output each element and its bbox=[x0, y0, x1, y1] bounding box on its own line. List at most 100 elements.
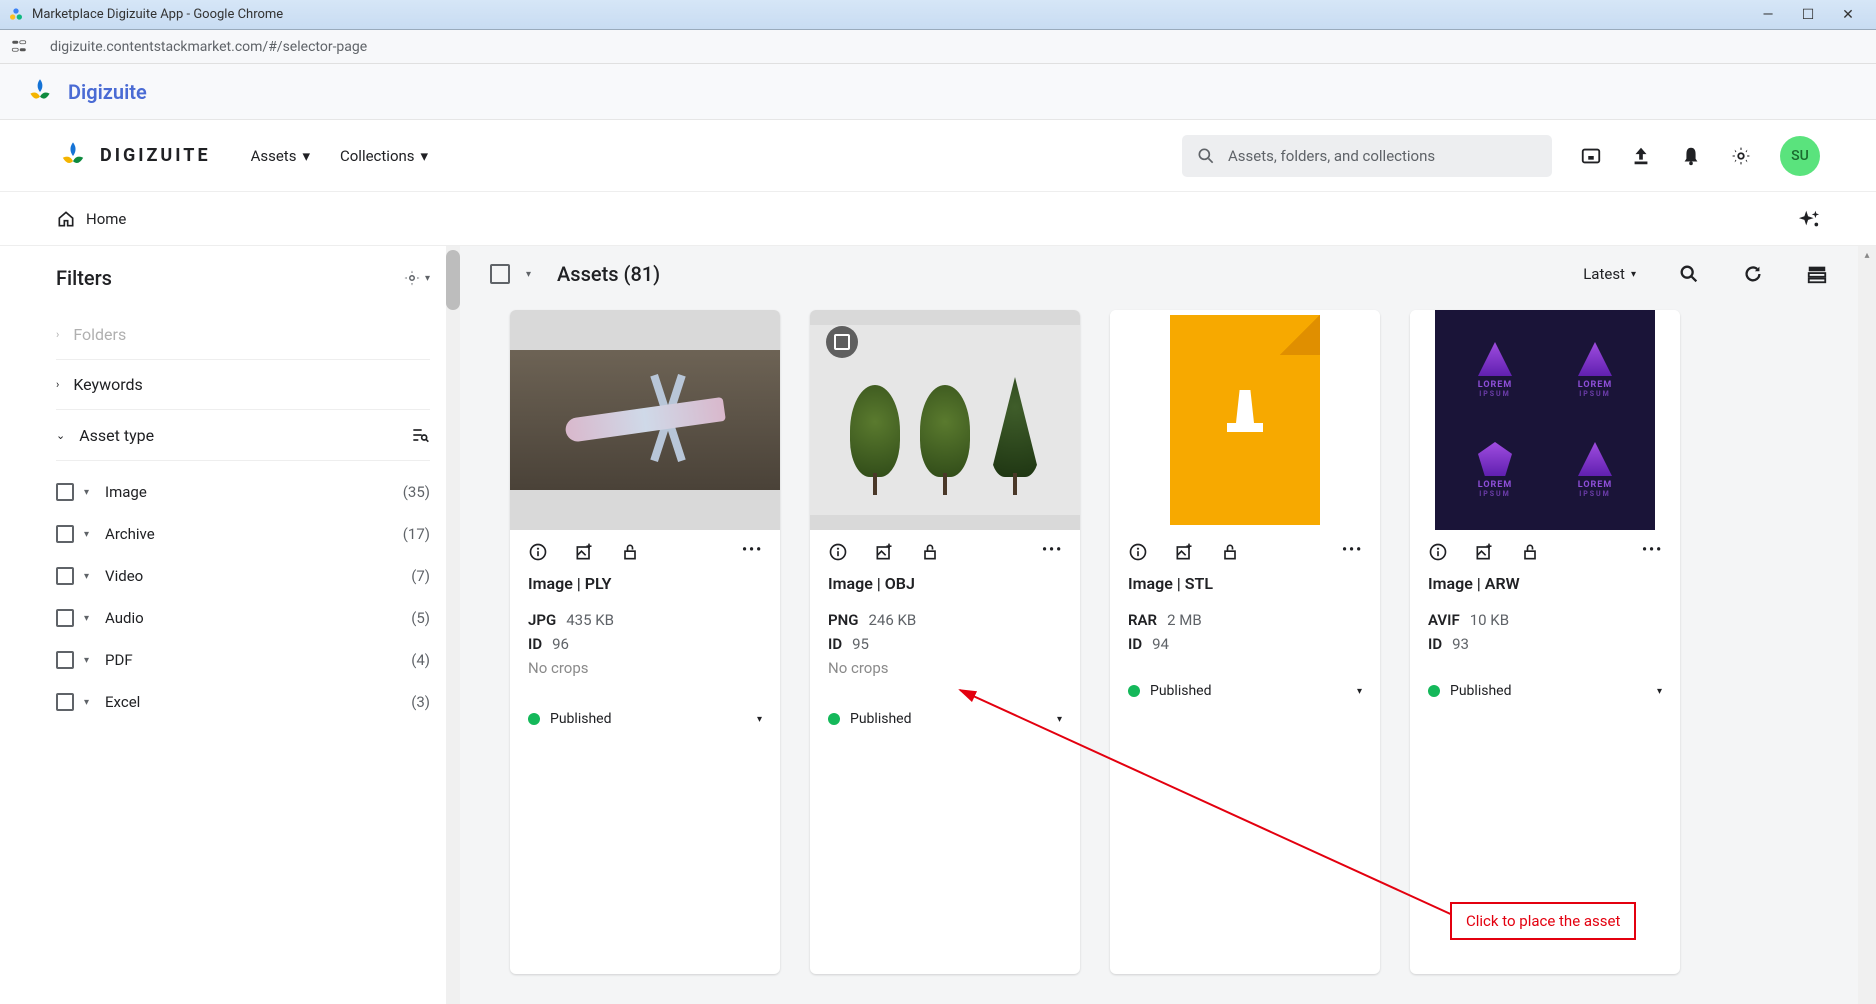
place-asset-icon[interactable] bbox=[1474, 542, 1494, 562]
status-dropdown[interactable]: Published ▾ bbox=[1410, 673, 1680, 715]
asset-type-label: Video bbox=[105, 567, 411, 585]
chevron-down-icon[interactable]: ▾ bbox=[526, 269, 531, 280]
chevron-down-icon: ▾ bbox=[84, 487, 89, 498]
asset-type-label: Archive bbox=[105, 525, 403, 543]
avatar[interactable]: SU bbox=[1780, 136, 1820, 176]
checkbox[interactable] bbox=[56, 651, 74, 669]
breadcrumb-row: Home bbox=[0, 192, 1876, 246]
asset-type-count: (35) bbox=[403, 483, 430, 501]
asset-type-count: (4) bbox=[411, 651, 430, 669]
card-format: AVIF bbox=[1428, 611, 1460, 629]
card-size: 435 KB bbox=[566, 611, 614, 629]
page-scrollbar[interactable]: ▴ bbox=[1858, 246, 1876, 1004]
asset-card[interactable]: ••• Image | PLY JPG435 KB ID96 No crops … bbox=[510, 310, 780, 974]
asset-card[interactable]: ••• Image | OBJ PNG246 KB ID95 No crops … bbox=[810, 310, 1080, 974]
asset-type-row[interactable]: ▾ Archive (17) bbox=[56, 513, 430, 555]
asset-type-label: Excel bbox=[105, 693, 411, 711]
lock-icon[interactable] bbox=[920, 542, 940, 562]
chevron-down-icon: ▾ bbox=[757, 714, 762, 725]
lock-icon[interactable] bbox=[1520, 542, 1540, 562]
more-icon[interactable]: ••• bbox=[1642, 542, 1662, 562]
status-dot-icon bbox=[1428, 685, 1440, 697]
checkbox[interactable] bbox=[56, 609, 74, 627]
place-asset-icon[interactable] bbox=[1174, 542, 1194, 562]
nav-collections[interactable]: Collections ▾ bbox=[340, 147, 428, 165]
status-dot-icon bbox=[828, 713, 840, 725]
checkbox[interactable] bbox=[56, 525, 74, 543]
checkbox[interactable] bbox=[56, 567, 74, 585]
search-icon[interactable] bbox=[1678, 263, 1700, 285]
asset-type-row[interactable]: ▾ Video (7) bbox=[56, 555, 430, 597]
refresh-icon[interactable] bbox=[1742, 263, 1764, 285]
status-label: Published bbox=[1150, 683, 1211, 699]
status-dropdown[interactable]: Published ▾ bbox=[810, 701, 1080, 743]
nav-assets[interactable]: Assets ▾ bbox=[251, 147, 310, 165]
brand-logo-icon bbox=[24, 76, 56, 108]
select-checkbox[interactable] bbox=[826, 326, 858, 358]
card-size: 2 MB bbox=[1167, 611, 1202, 629]
more-icon[interactable]: ••• bbox=[1342, 542, 1362, 562]
checkbox[interactable] bbox=[56, 483, 74, 501]
info-icon[interactable] bbox=[828, 542, 848, 562]
inbox-icon[interactable] bbox=[1580, 145, 1602, 167]
filter-keywords[interactable]: › Keywords bbox=[56, 360, 430, 410]
asset-type-row[interactable]: ▾ Audio (5) bbox=[56, 597, 430, 639]
bell-icon[interactable] bbox=[1680, 145, 1702, 167]
chevron-down-icon: ▾ bbox=[84, 613, 89, 624]
asset-type-row[interactable]: ▾ Image (35) bbox=[56, 471, 430, 513]
status-dropdown[interactable]: Published ▾ bbox=[510, 701, 780, 743]
select-all-checkbox[interactable] bbox=[490, 264, 510, 284]
window-titlebar: Marketplace Digizuite App - Google Chrom… bbox=[0, 0, 1876, 30]
more-icon[interactable]: ••• bbox=[742, 542, 762, 562]
card-format: JPG bbox=[528, 611, 556, 629]
info-icon[interactable] bbox=[1128, 542, 1148, 562]
filter-asset-type[interactable]: ⌄ Asset type bbox=[56, 410, 430, 461]
annotation-callout: Click to place the asset bbox=[1450, 902, 1636, 940]
sidebar-scrollbar[interactable] bbox=[446, 246, 460, 1004]
chevron-down-icon: ⌄ bbox=[56, 429, 65, 442]
maximize-button[interactable]: ☐ bbox=[1788, 0, 1828, 29]
window-title: Marketplace Digizuite App - Google Chrom… bbox=[32, 7, 283, 22]
chevron-down-icon: ▾ bbox=[1657, 686, 1662, 697]
place-asset-icon[interactable] bbox=[874, 542, 894, 562]
brand-name: Digizuite bbox=[68, 80, 147, 104]
filters-settings[interactable]: ▾ bbox=[403, 269, 430, 287]
upload-icon[interactable] bbox=[1630, 145, 1652, 167]
breadcrumb-home[interactable]: Home bbox=[56, 209, 126, 229]
app-favicon-icon bbox=[8, 7, 24, 23]
checkbox[interactable] bbox=[56, 693, 74, 711]
list-search-icon[interactable] bbox=[410, 425, 430, 445]
grid-view-icon[interactable] bbox=[1806, 263, 1828, 285]
asset-card[interactable]: LOREMIPSUMLOREMIPSUMLOREMIPSUMLOREMIPSUM… bbox=[1410, 310, 1680, 974]
place-asset-icon[interactable] bbox=[574, 542, 594, 562]
card-format: PNG bbox=[828, 611, 858, 629]
asset-type-row[interactable]: ▾ PDF (4) bbox=[56, 639, 430, 681]
card-title: Image | STL bbox=[1128, 574, 1362, 593]
status-label: Published bbox=[1450, 683, 1511, 699]
chevron-down-icon: ▾ bbox=[84, 529, 89, 540]
minimize-button[interactable]: — bbox=[1748, 0, 1788, 29]
asset-type-row[interactable]: ▾ Excel (3) bbox=[56, 681, 430, 723]
close-window-button[interactable]: ✕ bbox=[1828, 0, 1868, 29]
search-input[interactable]: Assets, folders, and collections bbox=[1182, 135, 1552, 177]
sparkle-icon[interactable] bbox=[1798, 208, 1820, 230]
browser-urlbar: digizuite.contentstackmarket.com/#/selec… bbox=[0, 30, 1876, 64]
info-icon[interactable] bbox=[1428, 542, 1448, 562]
card-size: 246 KB bbox=[868, 611, 916, 629]
filter-folders[interactable]: › Folders bbox=[56, 310, 430, 360]
lock-icon[interactable] bbox=[620, 542, 640, 562]
gear-icon[interactable] bbox=[1730, 145, 1752, 167]
main-logo-icon bbox=[56, 139, 90, 173]
sort-dropdown[interactable]: Latest ▾ bbox=[1583, 265, 1636, 283]
status-dropdown[interactable]: Published ▾ bbox=[1110, 673, 1380, 715]
info-icon[interactable] bbox=[528, 542, 548, 562]
url-text[interactable]: digizuite.contentstackmarket.com/#/selec… bbox=[50, 39, 367, 55]
card-id: 96 bbox=[552, 635, 569, 653]
status-dot-icon bbox=[528, 713, 540, 725]
search-placeholder: Assets, folders, and collections bbox=[1228, 147, 1435, 165]
more-icon[interactable]: ••• bbox=[1042, 542, 1062, 562]
asset-card[interactable]: ••• Image | STL RAR2 MB ID94 Published ▾ bbox=[1110, 310, 1380, 974]
site-settings-icon[interactable] bbox=[10, 37, 30, 57]
lock-icon[interactable] bbox=[1220, 542, 1240, 562]
asset-type-label: PDF bbox=[105, 651, 411, 669]
